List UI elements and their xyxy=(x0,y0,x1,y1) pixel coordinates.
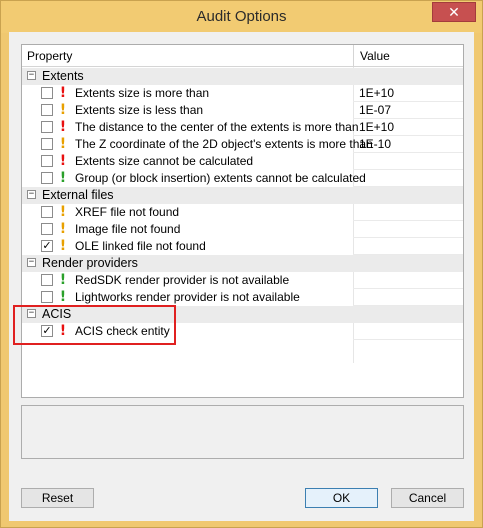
red-highlight-box xyxy=(13,305,176,345)
row-gridline xyxy=(353,339,463,340)
property-row[interactable]: ! Extents size cannot be calculated xyxy=(22,153,463,170)
property-row[interactable]: ! The Z coordinate of the 2D object's ext… xyxy=(22,136,463,153)
collapse-icon[interactable]: − xyxy=(27,190,36,199)
property-label: XREF file not found xyxy=(75,205,180,219)
property-label: The distance to the center of the extent… xyxy=(75,120,359,134)
info-severity-icon: ! xyxy=(59,170,67,186)
enable-checkbox[interactable] xyxy=(41,206,53,218)
enable-checkbox[interactable] xyxy=(41,223,53,235)
grid-header: Property Value xyxy=(22,45,463,67)
error-severity-icon: ! xyxy=(59,119,67,135)
cancel-button[interactable]: Cancel xyxy=(391,488,464,508)
column-separator[interactable] xyxy=(353,45,354,67)
enable-checkbox[interactable] xyxy=(41,87,53,99)
reset-button[interactable]: Reset xyxy=(21,488,94,508)
property-row[interactable]: ! The distance to the center of the exten… xyxy=(22,119,463,136)
group-row-render-providers[interactable]: − Render providers xyxy=(22,255,463,272)
property-label: Lightworks render provider is not availa… xyxy=(75,290,300,304)
property-value[interactable]: 1E-07 xyxy=(359,103,391,117)
group-row-extents[interactable]: − Extents xyxy=(22,68,463,85)
description-panel xyxy=(21,405,464,459)
property-row[interactable]: ! Extents size is less than 1E-07 xyxy=(22,102,463,119)
property-value[interactable]: 1E+10 xyxy=(359,120,394,134)
property-row[interactable]: ✓! OLE linked file not found xyxy=(22,238,463,255)
property-value[interactable]: 1E+10 xyxy=(359,86,394,100)
property-label: Extents size cannot be calculated xyxy=(75,154,254,168)
group-label: Render providers xyxy=(42,256,138,270)
error-severity-icon: ! xyxy=(59,153,67,169)
column-header-property[interactable]: Property xyxy=(27,49,72,63)
enable-checkbox[interactable] xyxy=(41,121,53,133)
warning-severity-icon: ! xyxy=(59,102,67,118)
collapse-icon[interactable]: − xyxy=(27,258,36,267)
enable-checkbox[interactable] xyxy=(41,138,53,150)
enable-checkbox[interactable] xyxy=(41,274,53,286)
property-label: Image file not found xyxy=(75,222,181,236)
audit-options-dialog: Audit Options ✕ Property Value − Extents!… xyxy=(0,0,483,528)
error-severity-icon: ! xyxy=(59,85,67,101)
property-label: OLE linked file not found xyxy=(75,239,206,253)
property-label: Extents size is more than xyxy=(75,86,210,100)
column-header-value[interactable]: Value xyxy=(360,49,390,63)
window-title: Audit Options xyxy=(196,8,287,25)
property-label: RedSDK render provider is not available xyxy=(75,273,290,287)
enable-checkbox[interactable] xyxy=(41,172,53,184)
info-severity-icon: ! xyxy=(59,272,67,288)
property-row[interactable]: ! XREF file not found xyxy=(22,204,463,221)
property-row[interactable]: ! Lightworks render provider is not avail… xyxy=(22,289,463,306)
close-button[interactable]: ✕ xyxy=(432,2,476,22)
property-row[interactable]: ! RedSDK render provider is not available xyxy=(22,272,463,289)
enable-checkbox[interactable] xyxy=(41,155,53,167)
warning-severity-icon: ! xyxy=(59,238,67,254)
warning-severity-icon: ! xyxy=(59,204,67,220)
title-bar[interactable]: Audit Options ✕ xyxy=(1,1,482,33)
enable-checkbox[interactable] xyxy=(41,104,53,116)
ok-button[interactable]: OK xyxy=(305,488,378,508)
group-label: Extents xyxy=(42,69,84,83)
property-value[interactable]: 1E-10 xyxy=(359,137,391,151)
property-row[interactable]: ! Group (or block insertion) extents cann… xyxy=(22,170,463,187)
group-label: External files xyxy=(42,188,114,202)
property-label: Extents size is less than xyxy=(75,103,204,117)
info-severity-icon: ! xyxy=(59,289,67,305)
property-label: Group (or block insertion) extents canno… xyxy=(75,171,366,185)
property-label: The Z coordinate of the 2D object's exte… xyxy=(75,137,373,151)
group-row-external-files[interactable]: − External files xyxy=(22,187,463,204)
warning-severity-icon: ! xyxy=(59,221,67,237)
property-row[interactable]: ! Extents size is more than 1E+10 xyxy=(22,85,463,102)
collapse-icon[interactable]: − xyxy=(27,71,36,80)
warning-severity-icon: ! xyxy=(59,136,67,152)
enable-checkbox[interactable]: ✓ xyxy=(41,240,53,252)
dialog-client-area: Property Value − Extents! Extents size is … xyxy=(9,32,474,521)
property-row[interactable]: ! Image file not found xyxy=(22,221,463,238)
enable-checkbox[interactable] xyxy=(41,291,53,303)
